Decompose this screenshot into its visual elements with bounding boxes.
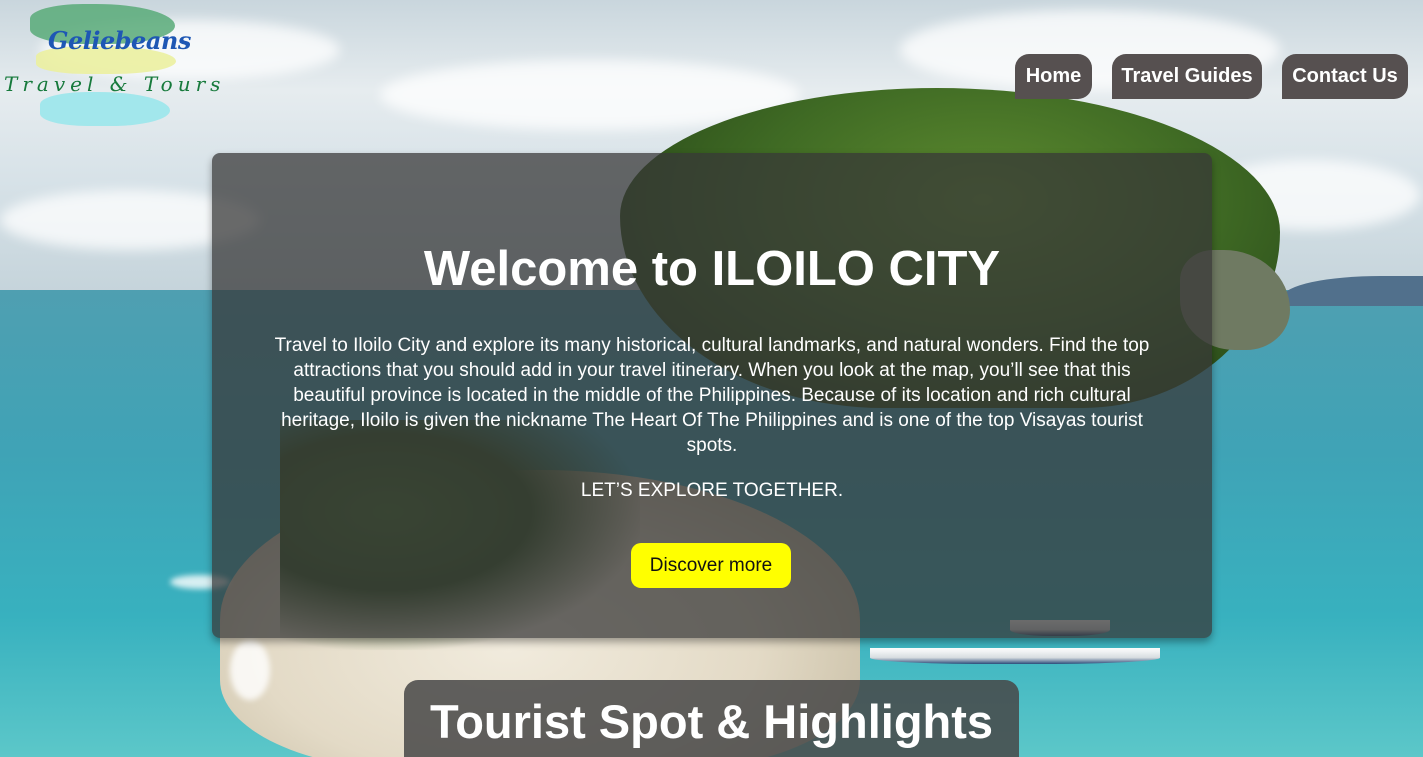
welcome-card: Welcome to ILOILO CITY Travel to Iloilo … (212, 153, 1212, 638)
intro-paragraph: Travel to Iloilo City and explore its ma… (274, 335, 1150, 456)
page-title: Welcome to ILOILO CITY (423, 242, 1001, 296)
nav-home-button[interactable]: Home (1015, 54, 1092, 99)
outrigger-boat (870, 648, 1160, 664)
tagline: LET’S EXPLORE TOGETHER. (580, 480, 844, 501)
wave-foam (230, 640, 270, 700)
main-nav: Home Travel Guides Contact Us (0, 54, 1423, 99)
section-heading-tourist-spots: Tourist Spot & Highlights (404, 680, 1019, 757)
discover-more-button[interactable]: Discover more (631, 543, 791, 588)
nav-travel-guides-button[interactable]: Travel Guides (1112, 54, 1262, 99)
nav-contact-us-button[interactable]: Contact Us (1282, 54, 1408, 99)
logo-name: Geliebeans (48, 26, 191, 55)
